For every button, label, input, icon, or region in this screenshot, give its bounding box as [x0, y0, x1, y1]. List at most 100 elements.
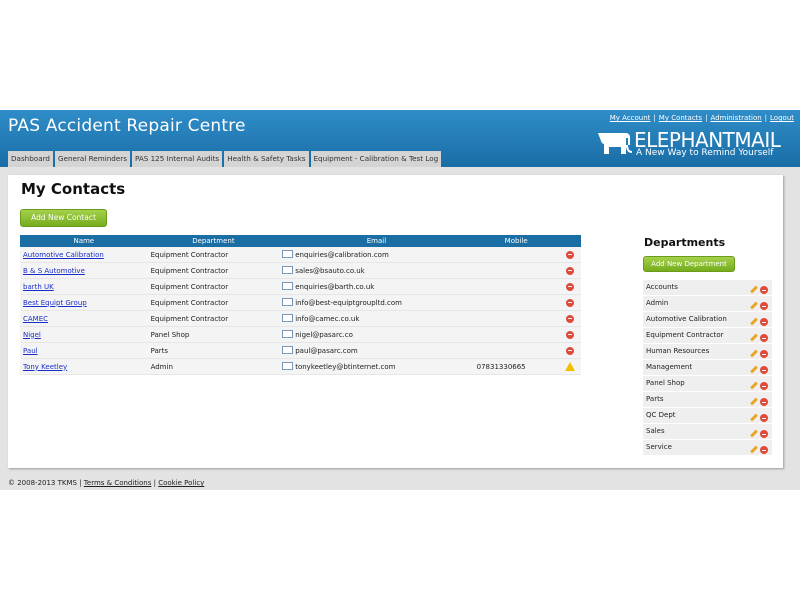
- department-label: Service: [646, 443, 672, 451]
- contact-name-link[interactable]: Best Equipt Group: [23, 299, 87, 307]
- contact-department: Parts: [147, 342, 280, 359]
- link-logout[interactable]: Logout: [770, 114, 794, 122]
- contact-mobile: 07831330665: [473, 358, 559, 375]
- delete-icon[interactable]: [565, 330, 574, 339]
- column-header-name[interactable]: Name: [20, 235, 148, 247]
- contact-department: Equipment Contractor: [147, 278, 280, 295]
- tab-dashboard[interactable]: Dashboard: [8, 151, 53, 167]
- tab-pas125-internal-audits[interactable]: PAS 125 Internal Audits: [131, 151, 223, 167]
- table-row: Automotive Calibration Equipment Contrac…: [20, 247, 581, 263]
- department-label: Panel Shop: [646, 379, 685, 387]
- contact-mobile: [473, 326, 559, 343]
- envelope-icon[interactable]: [282, 265, 294, 274]
- delete-icon[interactable]: [760, 334, 768, 342]
- contact-mobile: [473, 310, 559, 327]
- column-header-actions: [558, 235, 581, 247]
- delete-icon[interactable]: [760, 414, 768, 422]
- delete-icon[interactable]: [565, 298, 574, 307]
- warning-icon[interactable]: [564, 362, 575, 371]
- department-label: Parts: [646, 395, 664, 403]
- elephant-icon: [598, 133, 632, 154]
- link-separator: |: [653, 114, 656, 122]
- envelope-icon[interactable]: [282, 249, 294, 258]
- delete-icon[interactable]: [760, 286, 768, 294]
- tab-general-reminders[interactable]: General Reminders: [55, 151, 130, 167]
- add-contact-button[interactable]: Add New Contact: [20, 209, 107, 227]
- envelope-icon[interactable]: [282, 313, 294, 322]
- top-links: My Account | My Contacts | Administration | Lo…: [610, 114, 794, 122]
- contact-email: enquiries@calibration.com: [295, 250, 389, 259]
- contact-mobile: [473, 262, 559, 279]
- footer-copyright: © 2008-2013 TKMS: [8, 479, 77, 487]
- delete-icon[interactable]: [760, 430, 768, 438]
- contact-department: Equipment Contractor: [147, 310, 280, 327]
- edit-pencil-icon[interactable]: [750, 429, 758, 437]
- column-header-department[interactable]: Department: [147, 235, 280, 247]
- contacts-table: Name Department Email Mobile Automotive …: [20, 235, 581, 375]
- link-separator: |: [764, 114, 768, 122]
- contact-mobile: [473, 294, 559, 311]
- contact-name-link[interactable]: B & S Automotive: [23, 267, 85, 275]
- contact-email: nigel@pasarc.co: [295, 330, 353, 339]
- contact-email: info@best-equiptgroupltd.com: [295, 298, 402, 307]
- edit-pencil-icon[interactable]: [750, 349, 758, 357]
- contact-name-link[interactable]: barth UK: [23, 283, 54, 291]
- edit-pencil-icon[interactable]: [750, 381, 758, 389]
- contact-department: Panel Shop: [147, 326, 280, 343]
- department-label: Automotive Calibration: [646, 315, 727, 323]
- cookie-policy-link[interactable]: Cookie Policy: [158, 479, 204, 487]
- contact-name-link[interactable]: Automotive Calibration: [23, 251, 104, 259]
- delete-icon[interactable]: [565, 346, 574, 355]
- delete-icon[interactable]: [760, 302, 768, 310]
- link-my-contacts[interactable]: My Contacts: [659, 114, 702, 122]
- link-administration[interactable]: Administration: [710, 114, 761, 122]
- envelope-icon[interactable]: [282, 329, 294, 338]
- list-item: Parts: [643, 392, 772, 408]
- column-header-mobile[interactable]: Mobile: [473, 235, 559, 247]
- envelope-icon[interactable]: [282, 297, 294, 306]
- delete-icon[interactable]: [760, 350, 768, 358]
- contact-email: info@camec.co.uk: [295, 314, 360, 323]
- nav-tabs: Dashboard General Reminders PAS 125 Inte…: [8, 151, 443, 167]
- delete-icon[interactable]: [565, 266, 574, 275]
- envelope-icon[interactable]: [282, 361, 294, 370]
- delete-icon[interactable]: [760, 398, 768, 406]
- tab-health-safety-tasks[interactable]: Health & Safety Tasks: [224, 151, 309, 167]
- edit-pencil-icon[interactable]: [750, 397, 758, 405]
- table-row: B & S Automotive Equipment Contractor sa…: [20, 262, 581, 279]
- delete-icon[interactable]: [760, 366, 768, 374]
- delete-icon[interactable]: [760, 446, 768, 454]
- add-department-button[interactable]: Add New Department: [643, 256, 735, 272]
- edit-pencil-icon[interactable]: [750, 285, 758, 293]
- list-item: Management: [643, 360, 772, 376]
- contact-email: sales@bsauto.co.uk: [295, 266, 365, 275]
- delete-icon[interactable]: [565, 282, 574, 291]
- contact-name-link[interactable]: CAMEC: [23, 315, 48, 323]
- contact-name-link[interactable]: Nigel: [23, 331, 41, 339]
- link-my-account[interactable]: My Account: [610, 114, 651, 122]
- contact-email: enquiries@barth.co.uk: [295, 282, 375, 291]
- contact-name-link[interactable]: Paul: [23, 347, 38, 355]
- department-label: Accounts: [646, 283, 678, 291]
- department-label: Human Resources: [646, 347, 710, 355]
- delete-icon[interactable]: [760, 318, 768, 326]
- column-header-email[interactable]: Email: [279, 235, 474, 247]
- envelope-icon[interactable]: [282, 345, 294, 354]
- edit-pencil-icon[interactable]: [750, 317, 758, 325]
- delete-icon[interactable]: [565, 314, 574, 323]
- delete-icon[interactable]: [565, 250, 574, 259]
- tab-equipment-calibration[interactable]: Equipment - Calibration & Test Log: [310, 151, 442, 167]
- delete-icon[interactable]: [760, 382, 768, 390]
- edit-pencil-icon[interactable]: [750, 413, 758, 421]
- edit-pencil-icon[interactable]: [750, 301, 758, 309]
- edit-pencil-icon[interactable]: [750, 445, 758, 453]
- contact-mobile: [473, 342, 559, 359]
- edit-pencil-icon[interactable]: [750, 365, 758, 373]
- table-header-row: Name Department Email Mobile: [20, 235, 581, 247]
- edit-pencil-icon[interactable]: [750, 333, 758, 341]
- department-label: Admin: [646, 299, 669, 307]
- envelope-icon[interactable]: [282, 281, 294, 290]
- contact-name-link[interactable]: Tony Keetley: [23, 363, 67, 371]
- terms-link[interactable]: Terms & Conditions: [84, 479, 152, 487]
- page-title: My Contacts: [21, 180, 126, 198]
